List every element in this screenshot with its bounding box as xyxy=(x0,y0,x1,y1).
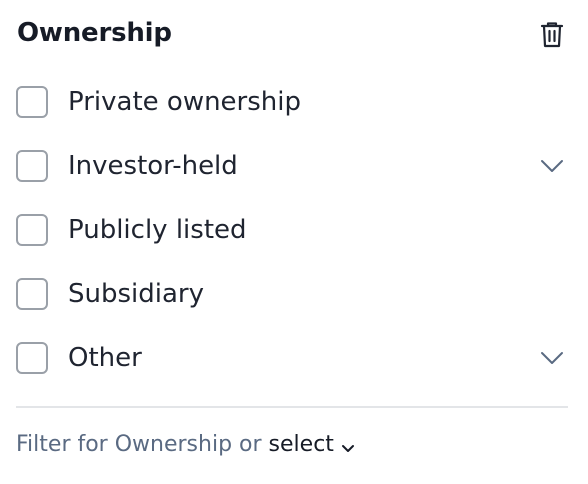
checkbox[interactable] xyxy=(16,214,48,246)
chevron-down-icon[interactable] xyxy=(540,346,564,370)
option-publicly-listed[interactable]: Publicly listed xyxy=(16,198,568,262)
ownership-options-list: Private ownership Investor-held Publicly… xyxy=(16,70,568,390)
option-other[interactable]: Other xyxy=(16,326,568,390)
option-investor-held[interactable]: Investor-held xyxy=(16,134,568,198)
filter-title: Ownership xyxy=(17,18,172,48)
ownership-filter-panel: Ownership Private ownership Investor-hel… xyxy=(0,0,588,484)
checkbox[interactable] xyxy=(16,86,48,118)
footer-prefix-text: Filter for Ownership or xyxy=(16,432,262,457)
trash-icon[interactable] xyxy=(536,18,568,50)
filter-footer: Filter for Ownership or select xyxy=(16,432,356,457)
checkbox[interactable] xyxy=(16,342,48,374)
option-private-ownership[interactable]: Private ownership xyxy=(16,70,568,134)
checkbox[interactable] xyxy=(16,150,48,182)
option-label: Other xyxy=(68,343,142,373)
option-label: Subsidiary xyxy=(68,279,204,309)
select-dropdown[interactable]: select xyxy=(269,432,356,457)
option-subsidiary[interactable]: Subsidiary xyxy=(16,262,568,326)
divider xyxy=(16,406,568,408)
chevron-down-icon[interactable] xyxy=(540,154,564,178)
option-label: Investor-held xyxy=(68,151,238,181)
option-label: Publicly listed xyxy=(68,215,247,245)
checkbox[interactable] xyxy=(16,278,48,310)
chevron-down-icon xyxy=(340,437,356,453)
filter-header: Ownership xyxy=(16,14,568,54)
option-label: Private ownership xyxy=(68,87,301,117)
select-label: select xyxy=(268,432,334,457)
